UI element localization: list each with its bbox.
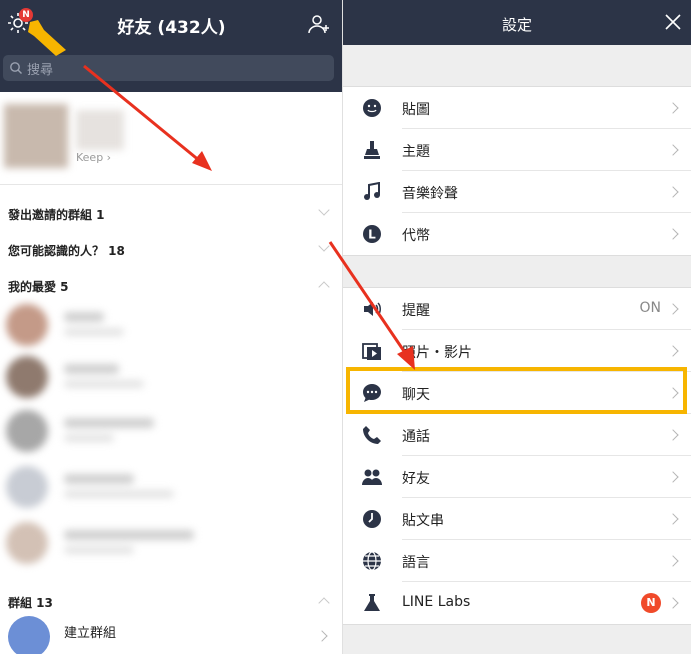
create-group-icon[interactable] (8, 616, 50, 654)
chevron-right-icon (667, 228, 679, 240)
chevron-right-icon (316, 630, 328, 642)
search-icon (10, 62, 22, 74)
settings-item-calls[interactable]: 通話 (343, 414, 691, 456)
settings-item-label: LINE Labs (402, 594, 471, 610)
section-groups[interactable]: 群組 13 (8, 594, 53, 611)
flask-icon (364, 594, 380, 611)
list-item[interactable] (6, 522, 336, 568)
section-favorites[interactable]: 我的最愛 5 (8, 278, 69, 295)
settings-item-label: 貼文串 (402, 513, 444, 529)
settings-item-friends[interactable]: 好友 (343, 456, 691, 498)
search-input[interactable]: 搜尋 (3, 55, 334, 81)
settings-item-label: 主題 (402, 144, 430, 160)
keep-link[interactable]: Keep › (76, 151, 111, 164)
settings-item-ringtones[interactable]: 音樂鈴聲 (343, 171, 691, 213)
settings-item-coins[interactable]: L 代幣 (343, 213, 691, 255)
smile-icon (363, 99, 381, 117)
friends-icon (362, 469, 382, 485)
notifications-value: ON (639, 300, 662, 316)
chevron-right-icon (667, 555, 679, 567)
chevron-down-icon[interactable] (318, 240, 330, 252)
coin-icon: L (363, 225, 381, 243)
settings-item-themes[interactable]: 主題 (343, 129, 691, 171)
chevron-right-icon (667, 513, 679, 525)
profile-avatar[interactable] (4, 104, 68, 168)
keep-thumbnail[interactable] (76, 110, 124, 150)
list-item[interactable] (6, 466, 336, 512)
new-badge: N (641, 593, 661, 613)
section-people-you-may-know[interactable]: 您可能認識的人？ 18 (8, 242, 125, 259)
chevron-right-icon (667, 102, 679, 114)
chevron-up-icon[interactable] (318, 281, 330, 293)
add-friend-icon[interactable] (307, 12, 331, 36)
settings-item-notifications[interactable]: 提醒 ON (343, 288, 691, 330)
settings-item-label: 照片・影片 (402, 345, 472, 361)
settings-group-appearance: 貼圖 主題 音樂鈴聲 L 代幣 (343, 86, 691, 256)
friends-header: N 好友 (432人) 搜尋 (0, 0, 342, 92)
clock-icon (363, 510, 381, 528)
photo-icon (362, 343, 381, 360)
settings-item-timeline[interactable]: 貼文串 (343, 498, 691, 540)
friends-panel: N 好友 (432人) 搜尋 Keep › 發出邀請的群組 1 您可能認識的人？… (0, 0, 343, 654)
list-item[interactable] (6, 356, 336, 402)
settings-group-general: 提醒 ON 照片・影片 聊天 通話 好友 貼文串 語言 LINE Labs N (343, 287, 691, 625)
phone-icon (363, 426, 381, 444)
music-icon (364, 182, 380, 200)
page-title: 好友 (432人) (117, 18, 226, 38)
close-icon[interactable] (665, 14, 681, 30)
settings-item-stickers[interactable]: 貼圖 (343, 87, 691, 129)
chevron-right-icon (667, 144, 679, 156)
chat-highlight-box (346, 367, 687, 414)
settings-panel: 設定 貼圖 主題 音樂鈴聲 L 代幣 提醒 ON 照片・影片 聊天 通話 好友 … (343, 0, 691, 654)
settings-item-language[interactable]: 語言 (343, 540, 691, 582)
divider (0, 184, 342, 185)
settings-item-photos-videos[interactable]: 照片・影片 (343, 330, 691, 372)
chevron-right-icon (667, 186, 679, 198)
chevron-down-icon[interactable] (318, 204, 330, 216)
create-group-label[interactable]: 建立群組 (64, 622, 116, 641)
section-sent-invitations[interactable]: 發出邀請的群組 1 (8, 206, 105, 223)
chevron-right-icon (667, 345, 679, 357)
list-item[interactable] (6, 304, 336, 350)
settings-item-label: 好友 (402, 471, 430, 487)
globe-icon (363, 551, 381, 571)
speaker-icon (364, 302, 381, 316)
settings-item-label: 音樂鈴聲 (402, 186, 458, 202)
keep-label: Keep (76, 151, 104, 164)
chevron-right-icon (667, 429, 679, 441)
settings-header: 設定 (343, 0, 691, 45)
settings-item-line-labs[interactable]: LINE Labs N (343, 582, 691, 624)
settings-item-label: 貼圖 (402, 102, 430, 118)
list-item[interactable] (6, 410, 336, 456)
settings-item-label: 代幣 (402, 228, 430, 244)
brush-icon (364, 141, 380, 159)
settings-item-label: 語言 (402, 555, 430, 571)
svg-text:L: L (368, 228, 376, 242)
settings-item-label: 通話 (402, 429, 430, 445)
chevron-right-icon (667, 303, 679, 315)
settings-item-label: 提醒 (402, 303, 430, 319)
chevron-up-icon[interactable] (318, 597, 330, 609)
chevron-right-icon (667, 597, 679, 609)
search-placeholder: 搜尋 (27, 63, 54, 78)
settings-title: 設定 (501, 16, 532, 34)
chevron-right-icon (667, 471, 679, 483)
